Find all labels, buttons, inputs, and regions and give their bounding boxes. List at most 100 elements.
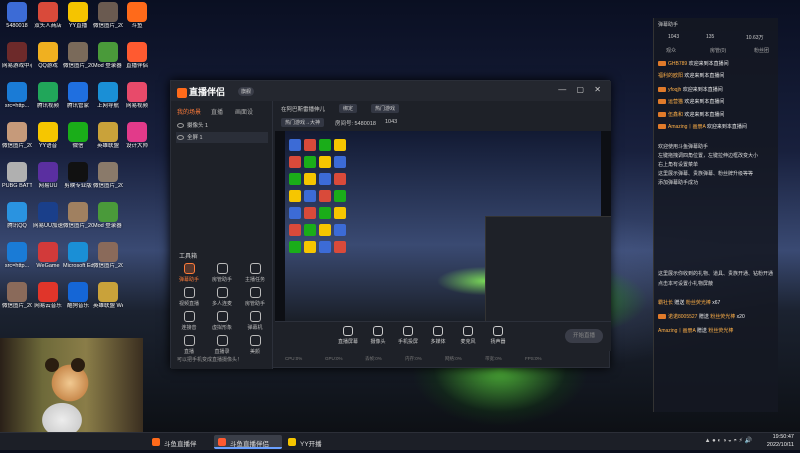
desktop-icon[interactable]: PUBG BATTLEGR...	[2, 162, 32, 190]
preview-desktop-icon	[334, 241, 346, 253]
tool-record[interactable]: 直播录	[206, 335, 238, 355]
mic-button[interactable]: 麦克风	[453, 326, 483, 345]
desktop-icon[interactable]: Microsoft Edge	[63, 242, 93, 270]
bind-chip[interactable]: 绑定	[339, 104, 358, 113]
desktop-icon[interactable]: 直播伴侣	[122, 42, 152, 70]
tool-roommgr[interactable]: 房管助手	[206, 263, 238, 283]
tab-live[interactable]: 直播	[211, 107, 223, 116]
stat-cpu: CPU:0%	[285, 356, 303, 361]
scene-item[interactable]: 全屏 1	[177, 133, 267, 143]
eye-icon[interactable]	[177, 135, 184, 141]
taskbar-app-douyu[interactable]: 斗鱼直播伴	[148, 435, 212, 449]
desktop-icon[interactable]: src=http...	[2, 82, 32, 110]
tab-screen[interactable]: 画面设	[235, 107, 253, 116]
chat-message: 运营猫 欢迎来到本直播间	[658, 98, 724, 105]
app-icon	[38, 202, 58, 222]
desktop-icon[interactable]: 腾讯管家	[63, 82, 93, 110]
stat-drop: 丢帧:0%	[365, 356, 382, 361]
source-bar: 直播屏幕 摄像头 手机投屏 多媒体 麦克风 扬声器 开始直播	[275, 321, 611, 351]
tool-danmu[interactable]: 弹幕助手	[173, 263, 205, 283]
camera-button[interactable]: 摄像头	[363, 326, 393, 345]
desktop-icon[interactable]: 网易UU加速器	[33, 202, 63, 230]
desktop-icon[interactable]: 设计大师	[122, 122, 152, 150]
window-controls[interactable]: — ▢ ✕	[558, 85, 605, 94]
speaker-button[interactable]: 扬声器	[483, 326, 513, 345]
app-icon	[38, 2, 58, 22]
desktop-icon[interactable]: 腾讯QQ	[2, 202, 32, 230]
preview-desktop-icon	[319, 207, 331, 219]
taskbar-app-yy[interactable]: YY开播	[284, 435, 334, 449]
app-icon	[98, 242, 118, 262]
desktop-icon[interactable]: 网易视频	[122, 82, 152, 110]
desktop-icon[interactable]: 5480018	[2, 2, 32, 30]
category-chip[interactable]: 热门游戏	[371, 104, 400, 113]
tool-multi[interactable]: 多人连麦	[206, 287, 238, 307]
tool-beauty[interactable]: 美颜	[239, 335, 271, 355]
desktop-icon[interactable]: Mod 登录器 1.17	[93, 202, 123, 230]
desktop-icon[interactable]: 微信图片_2022101...	[93, 242, 123, 270]
tab-mods[interactable]: 房管(0)	[710, 47, 726, 54]
phone-cast-button[interactable]: 手机投屏	[393, 326, 423, 345]
go-live-button[interactable]: 开始直播	[565, 329, 603, 343]
desktop-icon[interactable]: YY直播	[63, 2, 93, 30]
app-icon	[7, 2, 27, 22]
system-tray[interactable]: ▲ ● ◐ ◑ ◒ ◓ ⚡ 🔊	[705, 437, 752, 453]
webcam-overlay	[0, 338, 143, 432]
preview-desktop-icon	[304, 173, 316, 185]
desktop-icon[interactable]: WeGame	[33, 242, 63, 270]
desktop-icon[interactable]: 酷狗音乐	[63, 282, 93, 310]
desktop-icon[interactable]: Mod 登录器 1.43	[93, 42, 123, 70]
desktop-icon[interactable]: 微信图片_2022101...	[93, 162, 123, 190]
desktop-icon[interactable]: 斗鱼	[122, 2, 152, 30]
scene-item[interactable]: 摄像头 1	[177, 121, 267, 131]
desktop-icon[interactable]: 微信图片_2022101...	[93, 2, 123, 30]
preview-header: 在阿巴斯雷播伸儿 绑定 热门游戏 热门游戏→大神 房间号: 5480018 10…	[275, 101, 611, 131]
app-icon	[68, 2, 88, 22]
system-note: 欢迎使用斗鱼弹幕助手	[658, 144, 709, 150]
phone-camera-link[interactable]: 可以把手机变成直播摄像头！	[177, 356, 242, 363]
stat-mem: 内存:0%	[405, 356, 422, 361]
preview-desktop-icon	[289, 224, 301, 236]
desktop-icon[interactable]: 微信图片_2022101...	[2, 122, 32, 150]
taskbar-app-companion[interactable]: 斗鱼直播伴侣	[214, 435, 282, 449]
tool-danmuji[interactable]: 弹幕机	[239, 311, 271, 331]
tab-audience[interactable]: 观众	[666, 47, 676, 54]
desktop-icon[interactable]: 微信图片_2022101...	[63, 42, 93, 70]
tool-roommgr2[interactable]: 房管助手	[239, 287, 271, 307]
desktop-icon[interactable]: 微信图片_2022101...	[63, 202, 93, 230]
desktop-icon[interactable]: 微信	[63, 122, 93, 150]
tool-task[interactable]: 主播任务	[239, 263, 271, 283]
clock[interactable]: 19:50:47 2022/10/11	[767, 433, 794, 449]
desktop-icon[interactable]: 微信图片_2022101...	[2, 282, 32, 310]
version-badge[interactable]: 旗舰	[238, 87, 255, 96]
desktop-icon[interactable]: 腾讯视频	[33, 82, 63, 110]
media-button[interactable]: 多媒体	[423, 326, 453, 345]
tool-live[interactable]: 直播	[173, 335, 205, 355]
desktop-icon[interactable]: 剪映专业版	[63, 162, 93, 190]
desktop-icon[interactable]: src=http...	[2, 242, 32, 270]
tool-link[interactable]: 连接音	[173, 311, 205, 331]
app-name: 直播伴侣	[189, 87, 226, 97]
stream-preview[interactable]	[275, 131, 611, 321]
desktop-icon[interactable]: 英雄联盟	[93, 122, 123, 150]
desktop-icon[interactable]: 网易UU	[33, 162, 63, 190]
stream-title[interactable]: 在阿巴斯雷播伸儿	[281, 105, 325, 113]
eye-icon[interactable]	[177, 123, 184, 129]
app-icon	[68, 242, 88, 262]
phone-icon	[403, 326, 413, 336]
status-bar: CPU:0% GPU:0% 丢帧:0% 内存:0% 网络:0% 带宽:0% FP…	[275, 353, 611, 367]
tool-avatar[interactable]: 虚拟形象	[206, 311, 238, 331]
desktop-icon[interactable]: 上网导航	[93, 82, 123, 110]
desktop-icon-label: 英雄联盟 WeGame版	[93, 303, 123, 309]
tool-video[interactable]: 视频直播	[173, 287, 205, 307]
screen-button[interactable]: 直播屏幕	[333, 326, 363, 345]
desktop-icon[interactable]: 网易云音乐	[33, 282, 63, 310]
desktop-icon[interactable]: YY语音	[33, 122, 63, 150]
desktop-icon[interactable]: 英雄联盟 WeGame版	[93, 282, 123, 310]
tab-fans[interactable]: 粉丝团	[754, 47, 769, 54]
desktop-icon[interactable]: QQ游戏	[33, 42, 63, 70]
tab-scenes[interactable]: 我的场景	[177, 107, 201, 116]
desktop-icon[interactable]: 双头人商店	[33, 2, 63, 30]
desktop-icon[interactable]: 网易游戏中心	[2, 42, 32, 70]
subcategory-chip[interactable]: 热门游戏→大神	[281, 118, 325, 127]
